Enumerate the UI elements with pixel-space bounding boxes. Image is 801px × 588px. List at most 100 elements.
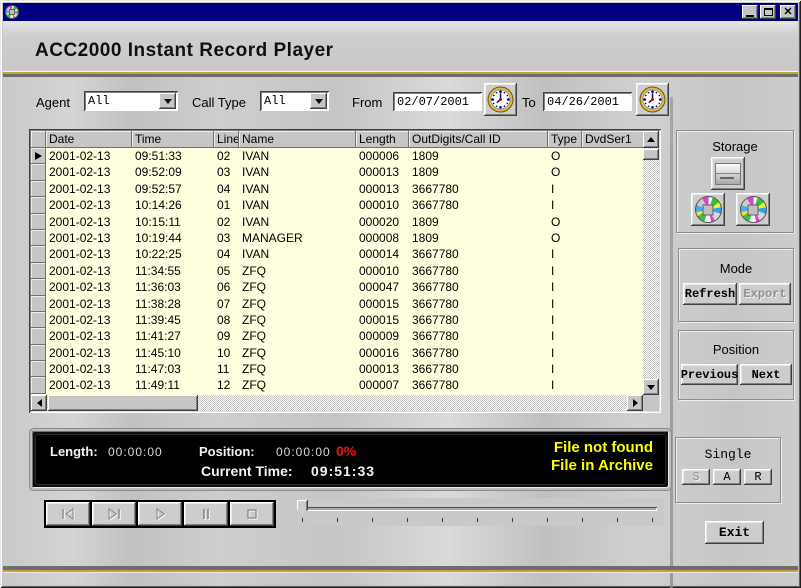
s-button[interactable]: S [682, 469, 710, 485]
stop-button[interactable] [230, 502, 274, 526]
table-row[interactable]: 2001-02-1311:36:0306ZFQ0000473667780I [31, 279, 643, 295]
table-row[interactable]: 2001-02-1309:51:3302IVAN0000061809O [31, 148, 643, 164]
slider-tick [442, 518, 443, 522]
column-header[interactable]: Time [132, 131, 214, 148]
hscroll-thumb[interactable] [48, 395, 198, 411]
scroll-down-button[interactable] [643, 379, 659, 395]
table-cell: IVAN [239, 197, 356, 213]
row-selector[interactable] [31, 296, 46, 312]
table-row[interactable]: 2001-02-1311:45:1010ZFQ0000163667780I [31, 345, 643, 361]
agent-combobox[interactable]: All [84, 91, 178, 111]
table-cell: 2001-02-13 [46, 328, 132, 344]
cd-storage-button-1[interactable] [691, 193, 725, 226]
row-selector[interactable] [31, 164, 46, 180]
slider-thumb[interactable] [297, 500, 308, 514]
table-cell: 000007 [356, 377, 409, 393]
table-row[interactable]: 2001-02-1309:52:0903IVAN0000131809O [31, 164, 643, 180]
table-cell: O [548, 148, 582, 164]
next-button[interactable]: Next [740, 364, 792, 385]
from-date-input[interactable]: 02/07/2001 [393, 92, 482, 111]
from-calendar-button[interactable] [484, 83, 517, 116]
slider-track[interactable] [299, 507, 657, 511]
position-display-label: Position: [199, 444, 255, 459]
exit-button[interactable]: Exit [705, 521, 764, 544]
title-bar[interactable]: ✕ [3, 3, 798, 21]
table-cell: ZFQ [239, 263, 356, 279]
row-selector[interactable] [31, 230, 46, 246]
column-header[interactable]: Name [239, 131, 356, 148]
row-selector[interactable] [31, 214, 46, 230]
to-calendar-button[interactable] [636, 83, 669, 116]
column-header[interactable]: OutDigits/Call ID [409, 131, 548, 148]
app-window: ✕ ACC2000 Instant Record Player Agent Al… [0, 0, 801, 588]
table-cell: I [548, 345, 582, 361]
export-button[interactable]: Export [739, 283, 791, 305]
seek-slider[interactable] [292, 498, 664, 526]
table-row[interactable]: 2001-02-1310:14:2601IVAN0000103667780I [31, 197, 643, 213]
skip-end-button[interactable] [92, 502, 136, 526]
table-cell: 000013 [356, 181, 409, 197]
hard-drive-button[interactable] [711, 157, 745, 190]
page-title: ACC2000 Instant Record Player [35, 40, 334, 62]
skip-start-button[interactable] [46, 502, 90, 526]
vertical-scrollbar[interactable] [643, 131, 659, 395]
vscroll-thumb[interactable] [643, 149, 659, 160]
column-header[interactable]: Date [46, 131, 132, 148]
play-button[interactable] [138, 502, 182, 526]
agent-dropdown-button[interactable] [159, 93, 176, 109]
slider-tick [337, 518, 338, 522]
table-row[interactable]: 2001-02-1311:34:5505ZFQ0000103667780I [31, 263, 643, 279]
row-selector[interactable] [31, 328, 46, 344]
column-header[interactable]: Length [356, 131, 409, 148]
scroll-left-button[interactable] [31, 395, 47, 411]
table-row[interactable]: 2001-02-1311:41:2709ZFQ0000093667780I [31, 328, 643, 344]
row-selector[interactable] [31, 361, 46, 377]
table-cell: 3667780 [409, 279, 548, 295]
maximize-button[interactable] [760, 5, 776, 19]
pause-button[interactable] [184, 502, 228, 526]
scrollbar-corner [643, 395, 659, 411]
row-selector[interactable] [31, 345, 46, 361]
table-row[interactable]: 2001-02-1309:52:5704IVAN0000133667780I [31, 181, 643, 197]
row-selector[interactable] [31, 181, 46, 197]
minimize-button[interactable] [742, 5, 758, 19]
table-row[interactable]: 2001-02-1311:49:1112ZFQ0000073667780I [31, 377, 643, 393]
row-selector[interactable] [31, 377, 46, 393]
table-row[interactable]: 2001-02-1310:19:4403MANAGER0000081809O [31, 230, 643, 246]
scroll-right-button[interactable] [627, 395, 643, 411]
cd-storage-button-2[interactable] [736, 193, 770, 226]
to-date-input[interactable]: 04/26/2001 [543, 92, 632, 111]
refresh-button[interactable]: Refresh [683, 283, 737, 305]
single-panel: Single S A R [675, 437, 781, 503]
call-type-dropdown-button[interactable] [310, 93, 327, 109]
table-row[interactable]: 2001-02-1311:47:0311ZFQ0000133667780I [31, 361, 643, 377]
close-button[interactable]: ✕ [780, 5, 796, 19]
slider-tick [547, 518, 548, 522]
table-row[interactable]: 2001-02-1311:38:2807ZFQ0000153667780I [31, 296, 643, 312]
client-area: ACC2000 Instant Record Player Agent All … [3, 21, 798, 585]
r-button[interactable]: R [744, 469, 772, 485]
row-selector[interactable] [31, 246, 46, 262]
scroll-up-button[interactable] [643, 131, 659, 148]
horizontal-scrollbar[interactable] [31, 395, 643, 411]
row-selector[interactable] [31, 148, 46, 164]
row-selector[interactable] [31, 279, 46, 295]
table-row[interactable]: 2001-02-1311:39:4508ZFQ0000153667780I [31, 312, 643, 328]
clock-icon [487, 86, 514, 113]
column-header[interactable] [31, 131, 46, 148]
table-cell [582, 230, 643, 246]
table-row[interactable]: 2001-02-1310:15:1102IVAN0000201809O [31, 214, 643, 230]
row-selector[interactable] [31, 197, 46, 213]
row-selector[interactable] [31, 312, 46, 328]
table-cell: IVAN [239, 214, 356, 230]
column-header[interactable]: Type [548, 131, 582, 148]
table-row[interactable]: 2001-02-1310:22:2504IVAN0000143667780I [31, 246, 643, 262]
column-header[interactable]: Line [214, 131, 239, 148]
table-cell: 04 [214, 181, 239, 197]
previous-button[interactable]: Previous [681, 364, 738, 385]
call-type-combobox[interactable]: All [260, 91, 329, 111]
a-button[interactable]: A [713, 469, 741, 485]
row-selector[interactable] [31, 263, 46, 279]
table-cell: 07 [214, 296, 239, 312]
table-cell: 000014 [356, 246, 409, 262]
